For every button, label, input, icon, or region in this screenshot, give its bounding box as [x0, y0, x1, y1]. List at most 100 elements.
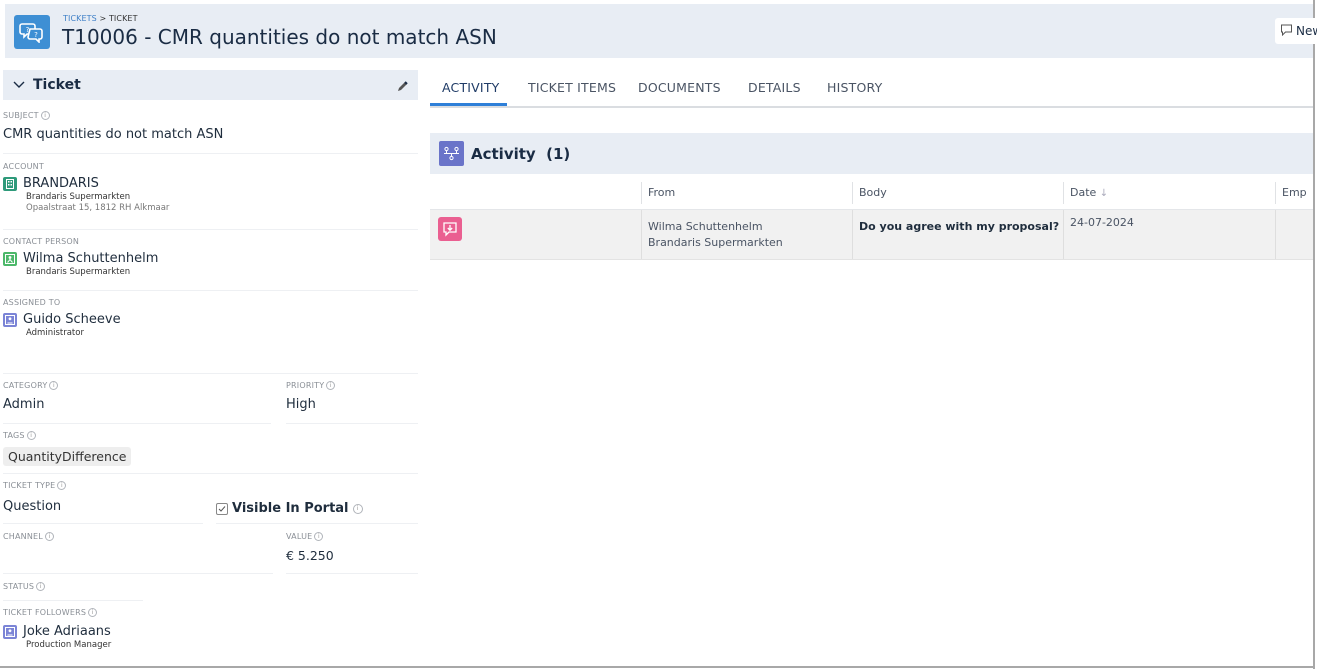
- contact-person-field: CONTACT PERSON Wilma Schuttenhelm Branda…: [3, 237, 158, 277]
- from-name: Wilma Schuttenhelm: [648, 220, 763, 233]
- contact-person-icon: [3, 251, 17, 266]
- visible-in-portal-label: Visible In Portal: [232, 501, 349, 516]
- cell-separator: [1063, 210, 1064, 259]
- checkbox-checked-icon[interactable]: [216, 502, 228, 515]
- divider: [3, 423, 271, 424]
- ticket-type-value: Question: [3, 499, 62, 514]
- contact-person-label: CONTACT PERSON: [3, 237, 80, 246]
- tags-field[interactable]: TAGS i QuantityDifference: [3, 431, 132, 466]
- divider: [3, 153, 418, 154]
- tab-ticket-items[interactable]: TICKET ITEMS: [528, 80, 616, 95]
- priority-value: High: [286, 397, 316, 412]
- tab-documents[interactable]: DOCUMENTS: [638, 80, 721, 95]
- breadcrumb-tickets-link[interactable]: TICKETS: [63, 14, 97, 23]
- panel-title: Ticket: [33, 77, 81, 93]
- comment-icon: [1280, 24, 1293, 39]
- activity-flow-icon: [439, 141, 464, 166]
- window-border-bottom: [0, 666, 1315, 668]
- sort-descending-icon[interactable]: ↓: [1100, 188, 1108, 199]
- activity-table-header: From Body Date ↓ Emp: [430, 174, 1313, 211]
- follower-name-link[interactable]: Joke Adriaans: [23, 624, 111, 639]
- account-address: Opaalstraat 15, 1812 RH Alkmaar: [26, 203, 170, 213]
- breadcrumb: TICKETS > TICKET: [63, 14, 138, 23]
- priority-label: PRIORITY: [286, 381, 325, 390]
- tickets-chat-icon: ? ?: [14, 15, 50, 49]
- tag-chip[interactable]: QuantityDifference: [3, 447, 132, 466]
- divider: [216, 523, 418, 524]
- info-icon: i: [352, 503, 363, 514]
- building-icon: [3, 176, 17, 191]
- from-company: Brandaris Supermarkten: [648, 236, 783, 249]
- page-title: T10006 - CMR quantities do not match ASN: [62, 25, 497, 49]
- assigned-to-name-link[interactable]: Guido Scheeve: [23, 312, 121, 327]
- incoming-message-icon: [438, 217, 462, 241]
- ticket-type-field[interactable]: TICKET TYPE i Question: [3, 481, 67, 514]
- ticket-followers-label: TICKET FOLLOWERS: [3, 608, 87, 617]
- window-border-right: [1313, 0, 1315, 669]
- pencil-icon[interactable]: [396, 78, 408, 97]
- tab-details[interactable]: DETAILS: [748, 80, 801, 95]
- column-header-date[interactable]: Date ↓: [1070, 186, 1108, 199]
- visible-in-portal-checkbox[interactable]: Visible In Portal i: [216, 501, 363, 516]
- info-icon: i: [314, 532, 324, 541]
- status-field[interactable]: STATUS i: [3, 582, 46, 591]
- divider: [3, 573, 273, 574]
- value-amount: € 5.250: [286, 548, 334, 563]
- assigned-to-label: ASSIGNED TO: [3, 298, 61, 307]
- subject-value: CMR quantities do not match ASN: [3, 127, 224, 142]
- divider: [286, 423, 418, 424]
- column-separator: [852, 182, 853, 204]
- divider: [286, 573, 418, 574]
- assigned-to-field: ASSIGNED TO Guido Scheeve Administrator: [3, 298, 121, 338]
- divider: [3, 473, 418, 474]
- cell-separator: [1275, 210, 1276, 259]
- account-name-link[interactable]: BRANDARIS: [23, 176, 99, 191]
- contact-person-name-link[interactable]: Wilma Schuttenhelm: [23, 251, 158, 266]
- subject-label: SUBJECT: [3, 111, 39, 120]
- divider: [3, 229, 418, 230]
- column-separator: [1275, 182, 1276, 204]
- info-icon: i: [26, 431, 36, 440]
- chevron-down-icon[interactable]: [13, 78, 27, 92]
- new-message-button[interactable]: New: [1275, 18, 1317, 44]
- table-row[interactable]: Wilma Schuttenhelm Brandaris Supermarkte…: [430, 210, 1313, 260]
- divider: [3, 600, 143, 601]
- priority-field[interactable]: PRIORITY i High: [286, 381, 336, 412]
- cell-separator: [852, 210, 853, 259]
- status-label: STATUS: [3, 582, 35, 591]
- column-header-body[interactable]: Body: [859, 186, 887, 199]
- date-cell: 24-07-2024: [1070, 216, 1134, 229]
- column-header-employee[interactable]: Emp: [1282, 186, 1307, 199]
- info-icon: i: [40, 111, 50, 120]
- ticket-panel-header[interactable]: Ticket: [3, 70, 418, 100]
- value-label: VALUE: [286, 532, 313, 541]
- body-cell: Do you agree with my proposal?: [859, 220, 1060, 233]
- tab-history[interactable]: HISTORY: [827, 80, 882, 95]
- employee-icon: [3, 624, 17, 639]
- active-tab-indicator: [430, 103, 507, 106]
- divider: [3, 523, 203, 524]
- breadcrumb-current: TICKET: [108, 14, 138, 23]
- contact-person-company: Brandaris Supermarkten: [26, 267, 131, 277]
- tab-activity[interactable]: ACTIVITY: [442, 80, 500, 95]
- activity-count: (1): [546, 144, 571, 163]
- from-cell: Wilma Schuttenhelm Brandaris Supermarkte…: [648, 219, 783, 251]
- page-header: ? ? TICKETS > TICKET T10006 - CMR quanti…: [5, 4, 1317, 58]
- category-label: CATEGORY: [3, 381, 48, 390]
- subject-field[interactable]: SUBJECT i CMR quantities do not match ASN: [3, 111, 223, 142]
- channel-label: CHANNEL: [3, 532, 43, 541]
- follower-role: Production Manager: [26, 640, 112, 650]
- svg-text:?: ?: [26, 26, 30, 34]
- category-field[interactable]: CATEGORY i Admin: [3, 381, 59, 412]
- channel-field[interactable]: CHANNEL i: [3, 532, 54, 548]
- divider: [3, 290, 418, 291]
- info-icon: i: [57, 481, 67, 490]
- column-separator: [1063, 182, 1064, 204]
- value-field[interactable]: VALUE i € 5.250: [286, 532, 334, 563]
- column-header-from[interactable]: From: [648, 186, 675, 199]
- new-button-label: New: [1296, 24, 1317, 38]
- info-icon: i: [36, 582, 46, 591]
- category-value: Admin: [3, 397, 45, 412]
- info-icon: i: [44, 532, 54, 541]
- tags-label: TAGS: [3, 431, 25, 440]
